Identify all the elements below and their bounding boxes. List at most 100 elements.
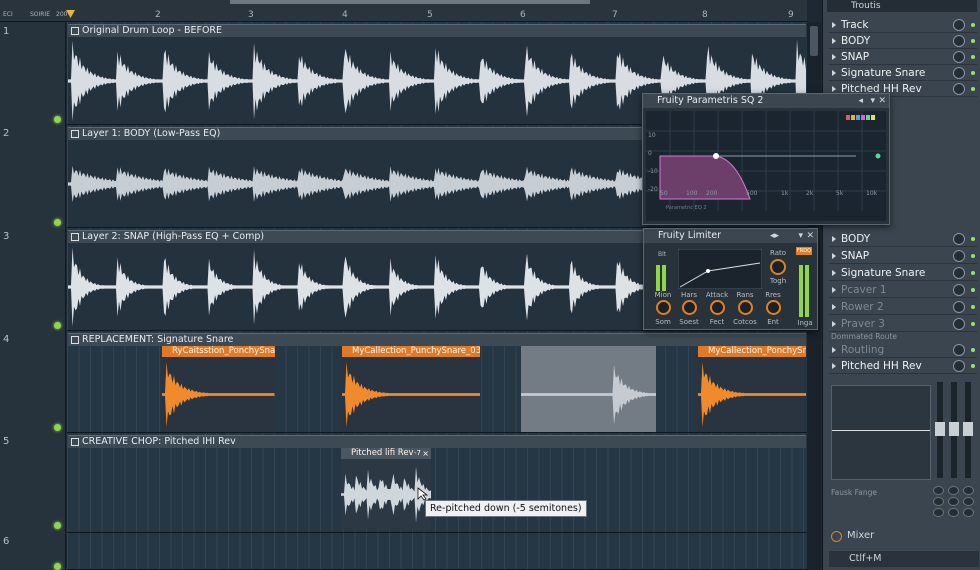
mixer-button[interactable]: Mixer (829, 530, 979, 544)
ratio-knob[interactable] (770, 259, 786, 275)
routing-button[interactable] (933, 508, 944, 517)
eq-freq-label: 10k (866, 190, 878, 197)
scroll-bar[interactable] (230, 0, 590, 4)
limiter-plugin-window[interactable]: Fruity Limiter ◂▸ ▾ ✕ Blt Mion Som Hars Soest At… (643, 228, 818, 330)
clip-title: REPLACEMENT: Signature Snare (82, 334, 234, 345)
playlist-ruler[interactable]: ECI SOIRIE 200 2 3 4 5 6 7 8 9 (0, 0, 807, 22)
track-led[interactable] (54, 522, 61, 529)
routing-item[interactable]: Rower 2 (829, 299, 977, 315)
clip-header: CREATIVE CHOP: Pitched IHI Rev (68, 436, 806, 448)
knob-label: Hars (680, 291, 698, 299)
fader-track[interactable] (963, 382, 973, 478)
level-meter (656, 265, 660, 291)
close-icon: ✕ (878, 96, 886, 106)
fader-handle[interactable] (963, 422, 973, 436)
clip-header: MyCallection_PunchySnare_03.wav (342, 346, 480, 357)
search-input[interactable]: Troutis (827, 0, 977, 12)
mixer-icon (831, 531, 842, 542)
knob[interactable] (656, 300, 671, 315)
clip-title: Layer 2: SNAP (High-Pass EQ + Comp) (82, 231, 265, 242)
track-number: 2 (3, 128, 10, 139)
clip-menu-icon[interactable] (71, 130, 79, 138)
eq-db-label: -20 (648, 186, 658, 193)
eq-freq-label: 1k (781, 190, 789, 197)
fader-track[interactable] (935, 382, 945, 478)
routing-item[interactable]: BODY (829, 33, 977, 49)
knob[interactable] (710, 300, 725, 315)
routing-item[interactable]: SNAP (829, 248, 977, 264)
routing-button[interactable] (963, 508, 974, 517)
routing-button[interactable] (948, 497, 959, 506)
track-lane[interactable] (67, 433, 807, 533)
routing-button[interactable] (963, 486, 974, 495)
fader-handle[interactable] (935, 422, 945, 436)
knob-label: Inga (797, 319, 813, 327)
routing-item[interactable]: SNAP (829, 49, 977, 65)
knob[interactable] (682, 300, 697, 315)
knob-sublabel: Fect (709, 318, 725, 326)
scrollbar-thumb[interactable] (810, 26, 818, 56)
snare-clip[interactable]: RyCaitsstion_PonchySnare_03 (162, 346, 275, 432)
routing-item[interactable]: Track (829, 17, 977, 33)
clip-title: Pitched lifi Rev (351, 448, 414, 458)
clip-menu-icon[interactable] (71, 438, 79, 446)
mouse-cursor-icon (417, 487, 429, 501)
knob-sublabel: Cotcos (733, 318, 757, 326)
knob[interactable] (738, 300, 753, 315)
eq-display (831, 385, 931, 480)
waveform (162, 362, 275, 427)
track-number: 4 (3, 334, 10, 345)
snare-clip[interactable]: MyCallection_PunchySnare_03.wav (342, 346, 480, 432)
window-title[interactable]: Fruity Limiter ◂▸ ▾ ✕ (644, 229, 817, 243)
track-number: 5 (3, 436, 10, 447)
fader-handle[interactable] (949, 422, 959, 436)
eq-plugin-window[interactable]: Fruity Parametris SQ 2 ◂ ▾ ✕ 50 100 200 500 1k 2… (642, 93, 890, 225)
waveform-shape (521, 364, 656, 425)
knob-label: Togh (769, 277, 787, 285)
routing-item[interactable]: Pcaver 1 (829, 282, 977, 298)
playhead-marker-icon[interactable] (66, 10, 75, 20)
clip-menu-icon[interactable] (71, 336, 79, 344)
track-led[interactable] (54, 424, 61, 431)
knob[interactable] (766, 300, 781, 315)
knob-label: Rato (769, 249, 787, 257)
eq-graph[interactable]: 50 100 200 500 1k 2k 5k 10k100-10-20Parametric … (646, 111, 886, 221)
track-led[interactable] (54, 219, 61, 226)
ghost-clip[interactable] (521, 346, 656, 432)
routing-item[interactable]: Routling (829, 342, 977, 358)
routing-item[interactable]: Pitched HH Rev (829, 358, 977, 374)
clip-menu-icon[interactable] (71, 27, 79, 35)
tooltip: Re-pitched down (-5 semitones) (425, 500, 587, 517)
clip-header: RyCaitsstion_PonchySnare_03 (162, 346, 275, 357)
clip-title: Layer 1: BODY (Low-Pass EQ) (82, 128, 221, 139)
track-led[interactable] (54, 322, 61, 329)
button-grid[interactable] (933, 486, 979, 520)
clip-title: CREATIVE CHOP: Pitched IHI Rev (82, 436, 236, 447)
fader-track[interactable] (949, 382, 959, 478)
window-title[interactable]: Fruity Parametris SQ 2 ◂ ▾ ✕ (643, 94, 889, 108)
snare-clip[interactable]: MyCallection_PonchySnare_03 (698, 346, 806, 432)
limiter-body: Blt Mion Som Hars Soest Attack Fect Rans Cotcos R… (644, 243, 819, 331)
band-toggle (846, 115, 850, 120)
track-led[interactable] (54, 563, 61, 570)
routing-button[interactable] (963, 497, 974, 506)
routing-item[interactable]: Signature Snare (829, 65, 977, 81)
band-toggle (871, 115, 875, 120)
track-lane[interactable] (67, 533, 807, 570)
routing-button[interactable] (933, 497, 944, 506)
routing-item[interactable]: Signature Snare (829, 265, 977, 281)
routing-button[interactable] (948, 486, 959, 495)
routing-button[interactable] (948, 508, 959, 517)
track-title-bar: REPLACEMENT: Signature Snare (68, 333, 806, 346)
shortcut-field[interactable]: Ctlf+M (829, 551, 979, 567)
clip-header: Pitched lifi Rev -7 × (341, 448, 431, 459)
close-icon: ✕ (806, 231, 814, 241)
close-icon[interactable]: × (422, 448, 429, 459)
clip-menu-icon[interactable] (71, 233, 79, 241)
routing-button[interactable] (933, 486, 944, 495)
eq-freq-label: 50 (660, 190, 668, 197)
routing-item[interactable]: Praver 3 (829, 316, 977, 332)
track-led[interactable] (54, 116, 61, 123)
eq-freq-label: 500 (746, 190, 758, 197)
routing-item[interactable]: BODY (829, 231, 977, 247)
